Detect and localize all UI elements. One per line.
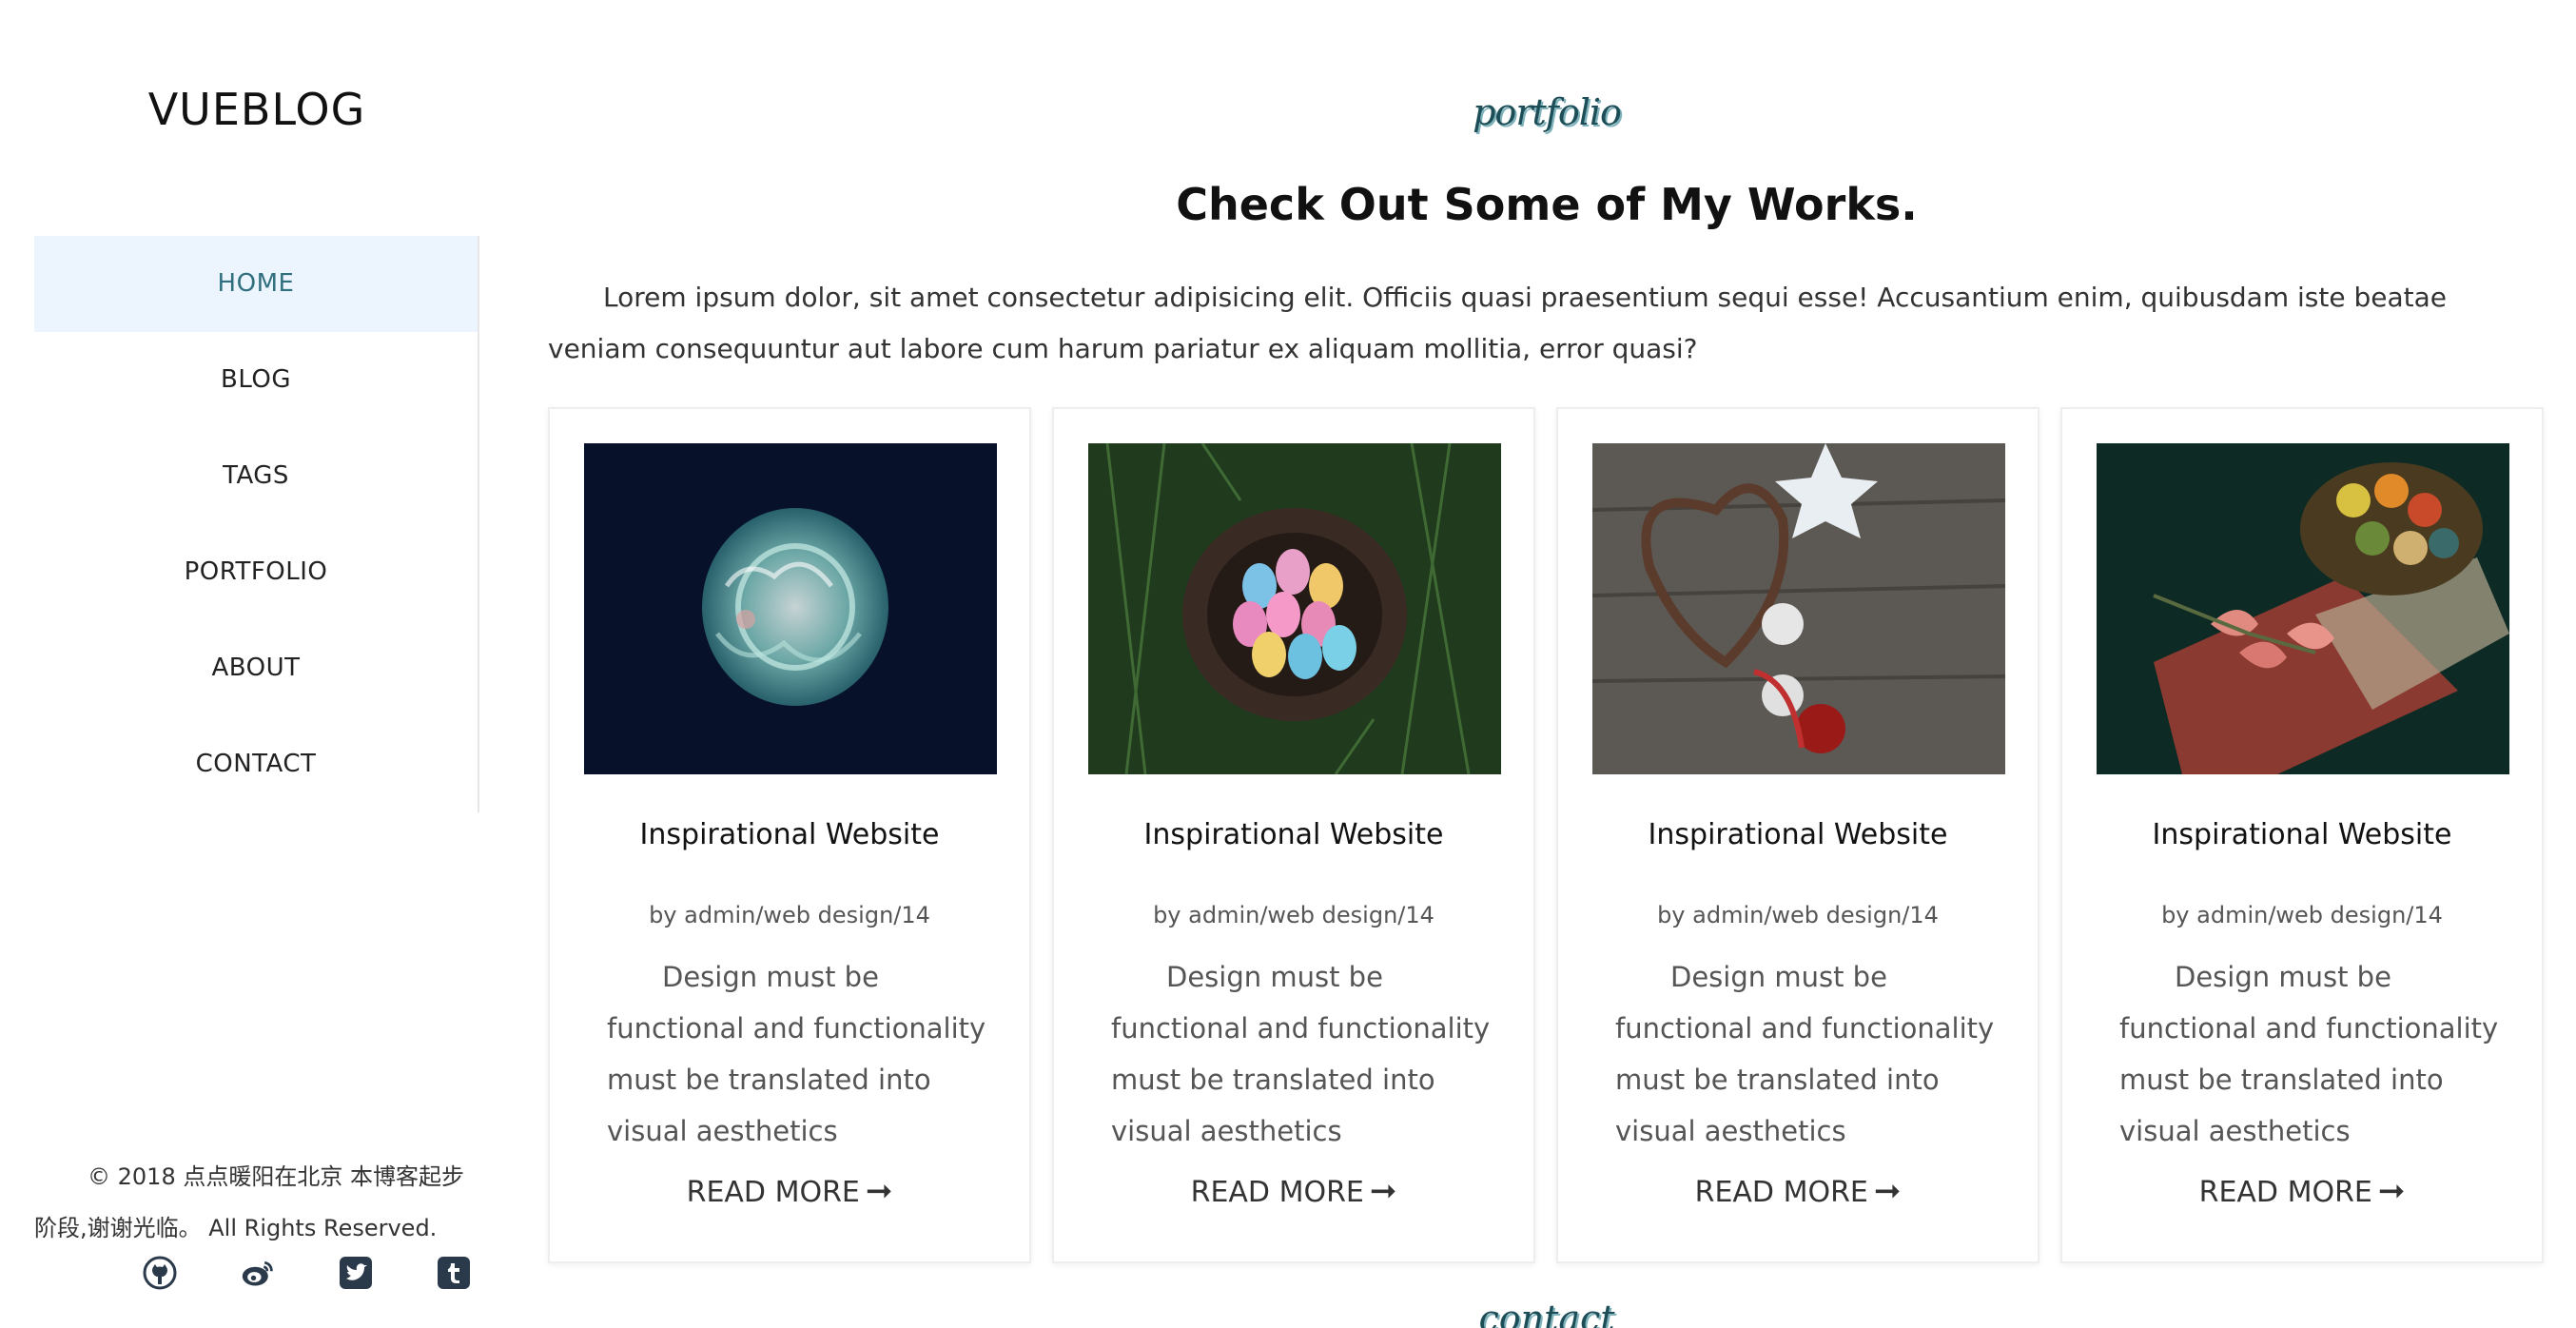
arrow-right-icon: ➞ [1369, 1172, 1397, 1210]
tumblr-icon[interactable] [437, 1256, 471, 1290]
card-meta: by admin/web design/14 [649, 902, 930, 928]
next-section-eyebrow: contact [1478, 1298, 1615, 1328]
card-title[interactable]: Inspirational Website [550, 818, 1029, 851]
read-more-label: READ MORE [1190, 1176, 1364, 1209]
card-meta: by admin/web design/14 [1657, 902, 1939, 928]
card-title[interactable]: Inspirational Website [2062, 818, 2542, 851]
card-image-eggs-nest[interactable] [1088, 443, 1501, 774]
read-more-link[interactable]: READ MORE ➞ [1558, 1172, 2038, 1210]
read-more-link[interactable]: READ MORE ➞ [1054, 1172, 1533, 1210]
read-more-link[interactable]: READ MORE ➞ [550, 1172, 1029, 1210]
card-description: Design must be functional and functional… [2119, 961, 2499, 1147]
nav-item-blog[interactable]: BLOG [34, 332, 478, 428]
card-meta: by admin/web design/14 [1153, 902, 1434, 928]
weibo-icon[interactable] [241, 1256, 275, 1290]
sidebar-nav: HOME BLOG TAGS PORTFOLIO ABOUT CONTACT [34, 236, 479, 812]
read-more-label: READ MORE [686, 1176, 860, 1209]
nav-item-contact[interactable]: CONTACT [34, 716, 478, 812]
nav-item-about[interactable]: ABOUT [34, 620, 478, 716]
card-meta: by admin/web design/14 [2161, 902, 2443, 928]
social-links [143, 1256, 523, 1298]
card-description: Design must be functional and functional… [1615, 961, 1995, 1147]
read-more-label: READ MORE [2198, 1176, 2372, 1209]
card-title[interactable]: Inspirational Website [1054, 818, 1533, 851]
section-heading: Check Out Some of My Works. [1176, 179, 1918, 230]
card-description: Design must be functional and functional… [607, 961, 986, 1147]
page: VUEBLOG HOME BLOG TAGS PORTFOLIO ABOUT C… [0, 0, 2576, 1328]
read-more-label: READ MORE [1694, 1176, 1868, 1209]
card-description: Design must be functional and functional… [1111, 961, 1491, 1147]
copyright-text: © 2018 点点暖阳在北京 本博客起步阶段,谢谢光临。 All Rights … [34, 1163, 464, 1241]
arrow-right-icon: ➞ [865, 1172, 893, 1210]
github-icon[interactable] [143, 1256, 177, 1290]
read-more-link[interactable]: READ MORE ➞ [2062, 1172, 2542, 1210]
site-logo[interactable]: VUEBLOG [34, 84, 479, 135]
nav-item-portfolio[interactable]: PORTFOLIO [34, 524, 478, 620]
arrow-right-icon: ➞ [2377, 1172, 2406, 1210]
section-intro: Lorem ipsum dolor, sit amet consectetur … [548, 282, 2448, 364]
portfolio-grid: Inspirational Website by admin/web desig… [548, 407, 2546, 1263]
portfolio-card[interactable]: Inspirational Website by admin/web desig… [1556, 407, 2039, 1263]
card-title[interactable]: Inspirational Website [1558, 818, 2038, 851]
nav-item-tags[interactable]: TAGS [34, 428, 478, 524]
card-image-christmas-ornaments[interactable] [1592, 443, 2005, 774]
portfolio-card[interactable]: Inspirational Website by admin/web desig… [548, 407, 1031, 1263]
portfolio-card[interactable]: Inspirational Website by admin/web desig… [2060, 407, 2544, 1263]
section-eyebrow: portfolio [1473, 91, 1622, 133]
sidebar: VUEBLOG HOME BLOG TAGS PORTFOLIO ABOUT C… [34, 0, 479, 1328]
twitter-icon[interactable] [339, 1256, 373, 1290]
arrow-right-icon: ➞ [1873, 1172, 1902, 1210]
card-image-jellyfish[interactable] [584, 443, 997, 774]
portfolio-card[interactable]: Inspirational Website by admin/web desig… [1052, 407, 1535, 1263]
nav-item-home[interactable]: HOME [34, 236, 478, 332]
card-image-thread-spools-roses[interactable] [2097, 443, 2509, 774]
